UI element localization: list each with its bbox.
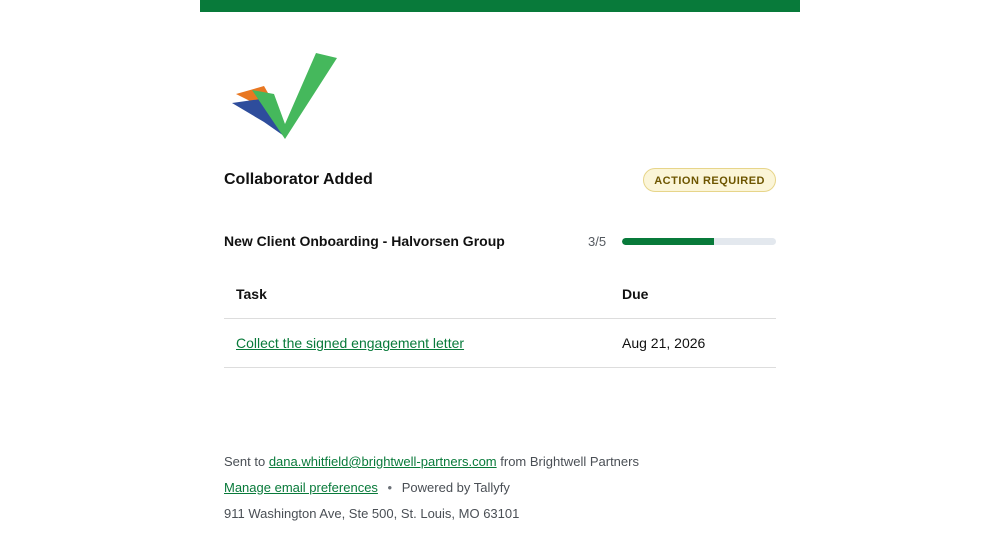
table-row: Collect the signed engagement letter Aug…	[224, 318, 776, 368]
task-table: Task Due Collect the signed engagement l…	[224, 270, 776, 368]
sent-to-prefix: Sent to	[224, 454, 266, 469]
preferences-line: Manage email preferences • Powered by Ta…	[224, 475, 639, 501]
separator-dot: •	[387, 480, 393, 495]
progress-count: 3/5	[588, 234, 607, 249]
notification-title: Collaborator Added	[224, 171, 373, 188]
email-container: Collaborator Added ACTION REQUIRED New C…	[200, 0, 800, 544]
manage-preferences-link[interactable]: Manage email preferences	[224, 480, 378, 495]
process-name: New Client Onboarding - Halvorsen Group	[224, 233, 505, 249]
column-header-task: Task	[224, 270, 610, 319]
header-accent-bar	[200, 0, 800, 12]
powered-by-text: Powered by Tallyfy	[401, 480, 510, 495]
sender-text: from Brightwell Partners	[500, 454, 639, 469]
progress-bar-fill	[622, 238, 715, 245]
sent-to-line: Sent to dana.whitfield@brightwell-partne…	[224, 449, 639, 475]
process-row: New Client Onboarding - Halvorsen Group …	[224, 233, 776, 251]
progress-bar	[622, 238, 776, 245]
address-line: 911 Washington Ave, Ste 500, St. Louis, …	[224, 506, 520, 521]
column-header-due: Due	[610, 270, 776, 319]
checkmark-logo-icon	[230, 50, 340, 142]
email-footer: Sent to dana.whitfield@brightwell-partne…	[224, 449, 639, 527]
task-cell: Collect the signed engagement letter	[224, 318, 610, 368]
recipient-email-link[interactable]: dana.whitfield@brightwell-partners.com	[269, 454, 497, 469]
table-header-row: Task Due	[224, 270, 776, 319]
task-link[interactable]: Collect the signed engagement letter	[236, 335, 464, 351]
due-date-cell: Aug 21, 2026	[610, 318, 776, 368]
action-required-badge: ACTION REQUIRED	[643, 168, 776, 192]
